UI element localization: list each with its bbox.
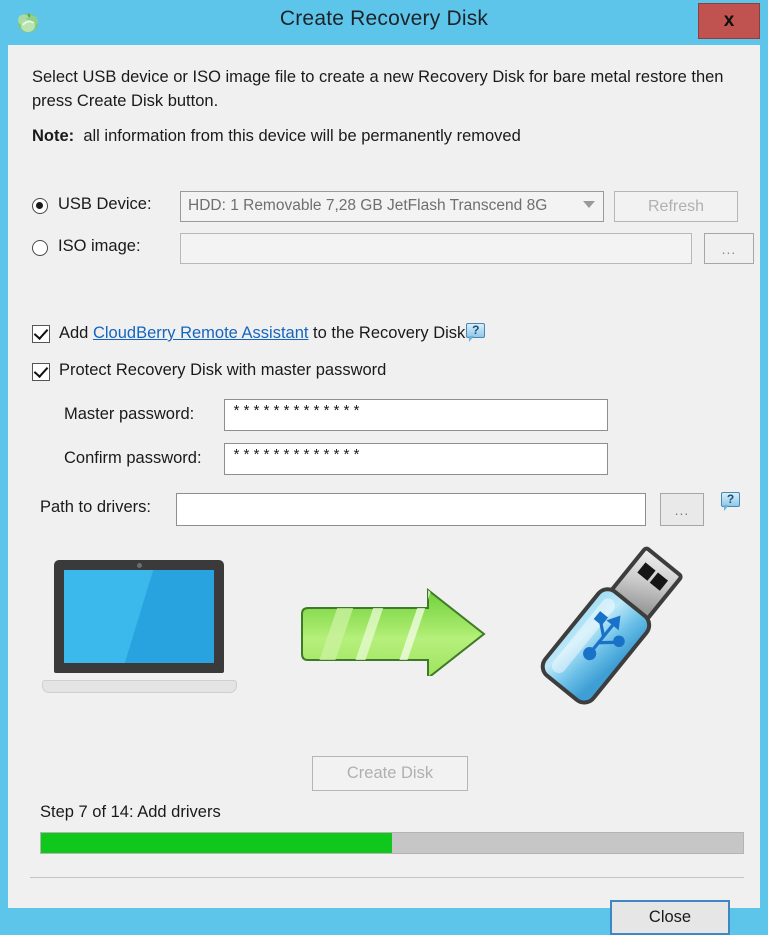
add-remote-assistant-label: Add CloudBerry Remote Assistant to the R…	[59, 323, 486, 343]
confirm-password-label: Confirm password:	[64, 449, 202, 467]
master-password-value: *************	[232, 404, 363, 421]
note-label: Note:	[32, 127, 75, 145]
usb-device-row: USB Device: HDD: 1 Removable 7,28 GB Jet…	[32, 191, 738, 223]
close-window-button[interactable]: x	[698, 3, 760, 39]
usb-device-dropdown[interactable]: HDD: 1 Removable 7,28 GB JetFlash Transc…	[180, 191, 604, 222]
confirm-password-input[interactable]: *************	[224, 443, 608, 475]
refresh-button[interactable]: Refresh	[614, 191, 738, 222]
title-bar: Create Recovery Disk x	[0, 0, 768, 45]
confirm-password-value: *************	[232, 448, 363, 465]
path-to-drivers-browse-button[interactable]: ...	[660, 493, 704, 526]
master-password-input[interactable]: *************	[224, 399, 608, 431]
note-text: all information from this device will be…	[83, 127, 521, 145]
green-right-arrow-icon	[298, 587, 488, 681]
usb-device-radio[interactable]	[32, 198, 48, 214]
window-title: Create Recovery Disk	[279, 7, 489, 30]
protect-with-password-label: Protect Recovery Disk with master passwo…	[59, 361, 387, 379]
protect-with-password-checkbox[interactable]	[32, 363, 50, 381]
progress-bar-fill	[41, 833, 392, 853]
iso-image-row: ISO image: ...	[32, 233, 754, 265]
create-disk-button[interactable]: Create Disk	[312, 756, 468, 791]
add-remote-assistant-checkbox[interactable]	[32, 325, 50, 343]
iso-path-input[interactable]	[180, 233, 692, 264]
help-icon[interactable]: ?	[466, 323, 486, 342]
footer-separator	[30, 877, 744, 878]
usb-flash-drive-icon	[538, 545, 738, 735]
progress-bar	[40, 832, 744, 854]
progress-step-text: Step 7 of 14: Add drivers	[40, 803, 221, 821]
path-to-drivers-input[interactable]	[176, 493, 646, 526]
add-remote-assistant-prefix: Add	[59, 324, 93, 342]
laptop-icon	[42, 560, 237, 695]
help-icon-drivers[interactable]: ?	[721, 492, 740, 511]
usb-device-radio-label[interactable]: USB Device:	[58, 195, 152, 214]
dialog-client-area: Select USB device or ISO image file to c…	[8, 45, 760, 935]
iso-browse-button[interactable]: ...	[704, 233, 754, 264]
master-password-label: Master password:	[64, 405, 195, 423]
iso-image-radio-label[interactable]: ISO image:	[58, 237, 141, 256]
create-recovery-disk-window: Create Recovery Disk x Select USB device…	[0, 0, 768, 935]
add-remote-assistant-suffix: to the Recovery Disk	[308, 324, 466, 342]
path-to-drivers-label: Path to drivers:	[40, 498, 151, 516]
iso-image-radio[interactable]	[32, 240, 48, 256]
transfer-illustration	[8, 540, 760, 735]
chevron-down-icon	[583, 201, 595, 208]
close-button[interactable]: Close	[610, 900, 730, 935]
note-line: Note: all information from this device w…	[32, 127, 521, 146]
usb-device-dropdown-value: HDD: 1 Removable 7,28 GB JetFlash Transc…	[188, 197, 548, 214]
cloudberry-remote-assistant-link[interactable]: CloudBerry Remote Assistant	[93, 324, 309, 342]
intro-text: Select USB device or ISO image file to c…	[32, 68, 724, 110]
